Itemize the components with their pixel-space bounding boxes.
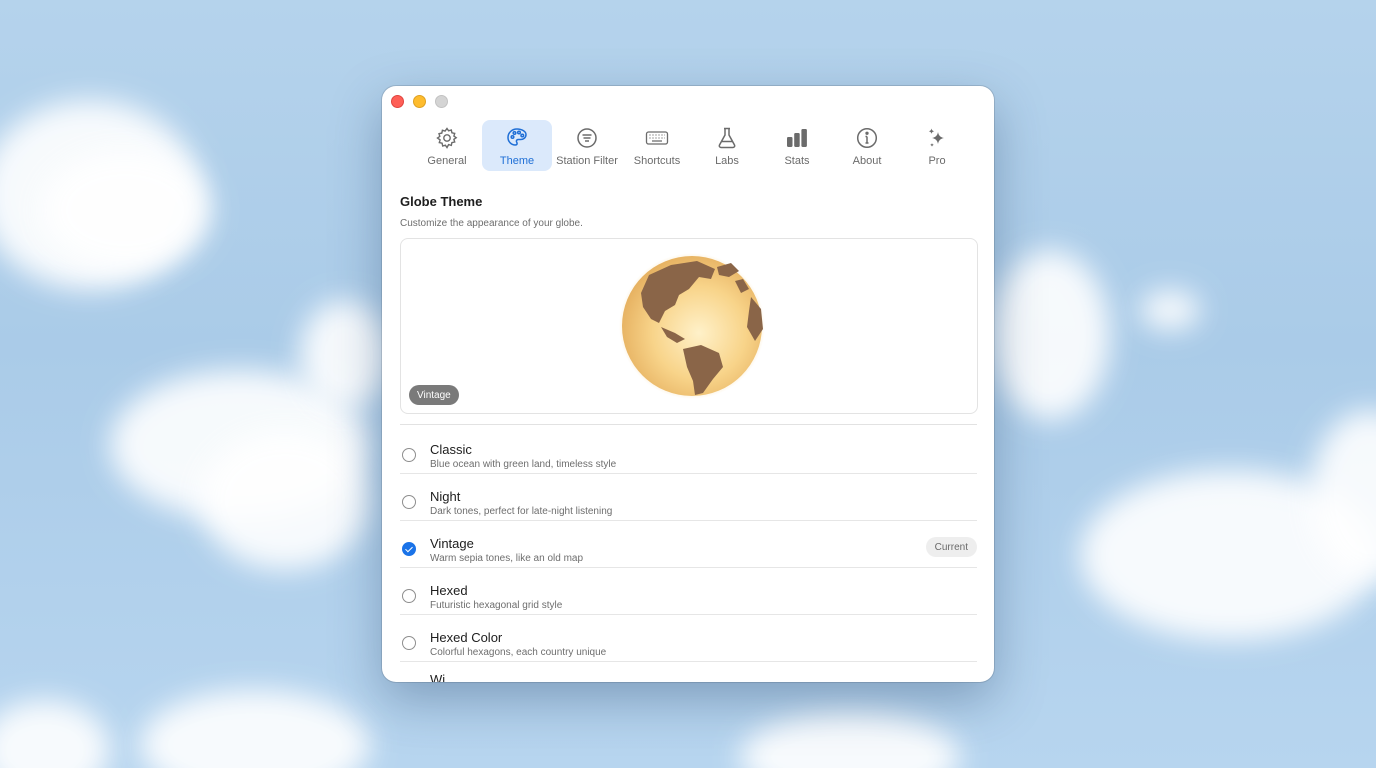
theme-option-vintage[interactable]: Vintage Warm sepia tones, like an old ma… — [400, 521, 977, 568]
tab-shortcuts[interactable]: Shortcuts — [622, 120, 692, 171]
theme-option-classic[interactable]: Classic Blue ocean with green land, time… — [400, 427, 977, 474]
zoom-window-button[interactable] — [435, 95, 448, 108]
filter-list-icon — [577, 128, 597, 148]
keyboard-icon — [645, 131, 669, 145]
current-badge: Current — [925, 537, 977, 557]
tab-pro[interactable]: Pro — [902, 120, 972, 171]
tab-station-filter-label: Station Filter — [556, 155, 618, 167]
page-title: Globe Theme — [400, 194, 483, 209]
window-controls — [391, 95, 448, 108]
tab-about[interactable]: About — [832, 120, 902, 171]
info-icon — [856, 127, 878, 149]
tab-labs[interactable]: Labs — [692, 120, 762, 171]
theme-list: Classic Blue ocean with green land, time… — [400, 427, 977, 682]
tab-pro-label: Pro — [928, 155, 946, 167]
theme-description: Futuristic hexagonal grid style — [430, 600, 563, 611]
page-subtitle: Customize the appearance of your globe. — [400, 218, 583, 229]
sparkles-icon — [928, 128, 944, 147]
theme-option-night[interactable]: Night Dark tones, perfect for late-night… — [400, 474, 977, 521]
theme-description: Warm sepia tones, like an old map — [430, 553, 584, 564]
tab-labs-label: Labs — [715, 155, 739, 167]
tab-theme[interactable]: Theme — [482, 120, 552, 171]
theme-description: Dark tones, perfect for late-night liste… — [430, 506, 613, 517]
tab-theme-label: Theme — [499, 155, 535, 167]
theme-name: Classic — [430, 442, 472, 457]
settings-window: General Theme Station Filter Shortcuts L… — [382, 86, 994, 682]
preferences-toolbar: General Theme Station Filter Shortcuts L… — [412, 120, 972, 171]
section-divider — [400, 424, 977, 425]
bar-chart-icon — [787, 129, 807, 147]
radio-button[interactable] — [402, 448, 416, 462]
tab-stats-label: Stats — [784, 155, 810, 167]
globe-preview: Vintage — [400, 238, 978, 414]
radio-button[interactable] — [402, 636, 416, 650]
radio-button-checked[interactable] — [402, 542, 416, 556]
tab-general[interactable]: General — [412, 120, 482, 171]
tab-about-label: About — [852, 155, 882, 167]
radio-button[interactable] — [402, 495, 416, 509]
theme-name: Night — [430, 489, 461, 504]
theme-option-hexed[interactable]: Hexed Futuristic hexagonal grid style — [400, 568, 977, 615]
globe-image — [619, 253, 765, 399]
theme-name: Hexed — [430, 583, 468, 598]
palette-icon — [507, 128, 527, 146]
flask-icon — [718, 127, 736, 149]
close-window-button[interactable] — [391, 95, 404, 108]
tab-shortcuts-label: Shortcuts — [633, 155, 681, 167]
gear-icon — [436, 127, 458, 149]
theme-description: Colorful hexagons, each country unique — [430, 647, 607, 658]
tab-general-label: General — [427, 155, 467, 167]
theme-name: Wi... — [430, 672, 456, 682]
theme-name: Vintage — [430, 536, 474, 551]
theme-option-partial[interactable]: Wi... — [400, 662, 977, 682]
theme-preview-badge: Vintage — [409, 385, 459, 405]
tab-stats[interactable]: Stats — [762, 120, 832, 171]
tab-station-filter[interactable]: Station Filter — [552, 120, 622, 171]
theme-name: Hexed Color — [430, 630, 503, 645]
theme-option-hexed-color[interactable]: Hexed Color Colorful hexagons, each coun… — [400, 615, 977, 662]
radio-button[interactable] — [402, 589, 416, 603]
theme-description: Blue ocean with green land, timeless sty… — [430, 459, 617, 470]
minimize-window-button[interactable] — [413, 95, 426, 108]
